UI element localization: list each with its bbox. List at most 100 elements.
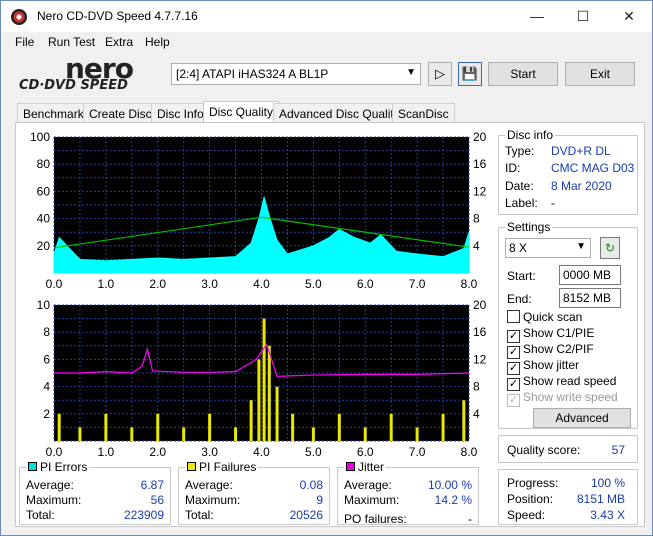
y-right-tick-label: 4 [473, 239, 480, 253]
pi-failures-bar [291, 413, 295, 441]
y-right-tick-label: 4 [473, 407, 480, 421]
tab-create-disc[interactable]: Create Disc [83, 103, 158, 123]
chevron-down-icon: ▼ [406, 67, 416, 78]
y-right-tick-label: 16 [473, 325, 486, 339]
speed-select[interactable]: 8 X ▼ [505, 238, 591, 258]
pi-failures-bar [275, 386, 279, 441]
disc-date-label: Date: [505, 179, 534, 193]
pi-failures-avg: 0.08 [299, 478, 323, 492]
y-right-tick-label: 8 [473, 380, 480, 394]
menu-extra[interactable]: Extra [105, 35, 133, 49]
pi-failures-bar [234, 427, 238, 441]
y-left-tick-label: 20 [37, 239, 51, 253]
app-icon [11, 9, 27, 25]
disc-label-label: Label: [505, 196, 538, 210]
y-left-tick-label: 40 [37, 212, 51, 226]
tab-advanced-disc-quality[interactable]: Advanced Disc Quality [273, 103, 406, 123]
tab-disc-info[interactable]: Disc Info [151, 103, 210, 123]
menu-bar: File Run Test Extra Help [1, 32, 652, 52]
x-tick-label: 1.0 [98, 277, 115, 291]
tab-scandisc[interactable]: ScanDisc [392, 103, 455, 123]
disc-id-value: CMC MAG D03 [551, 161, 635, 175]
y-left-tick-label: 80 [37, 157, 51, 171]
menu-run-test[interactable]: Run Test [48, 35, 95, 49]
po-failures-label: PO failures: [344, 512, 407, 526]
tab-disc-quality[interactable]: Disc Quality [203, 101, 280, 123]
x-tick-label: 5.0 [305, 277, 322, 291]
pi-failures-swatch [187, 462, 196, 471]
pi-failures-total: 20526 [289, 508, 323, 522]
chevron-down-icon: ▼ [576, 241, 586, 252]
pi-errors-max: 56 [150, 493, 164, 507]
start-button[interactable]: Start [488, 62, 558, 86]
save-icon[interactable]: 💾 [458, 62, 482, 86]
disc-label-value: - [551, 196, 555, 210]
refresh-icon[interactable]: ↻ [600, 237, 620, 259]
advanced-button[interactable]: Advanced [533, 408, 631, 428]
pi-failures-bar [441, 413, 445, 441]
progress-group: Progress: 100 % Position: 8151 MB Speed:… [498, 469, 638, 525]
disc-info-title: Disc info [505, 128, 556, 142]
tab-benchmark[interactable]: Benchmark [17, 103, 90, 123]
position-value: 8151 MB [576, 492, 625, 506]
x-tick-label: 3.0 [201, 277, 218, 291]
drive-select-value: [2:4] ATAPI iHAS324 A BL1P [176, 67, 329, 81]
progress-value: 100 % [590, 476, 625, 490]
quality-score-label: Quality score: [507, 443, 581, 457]
pi-errors-title: PI Errors [26, 460, 90, 474]
disc-date-value: 8 Mar 2020 [551, 179, 612, 193]
menu-help[interactable]: Help [145, 35, 170, 49]
position-label: Position: [507, 492, 554, 506]
x-tick-label: 2.0 [149, 445, 166, 459]
jitter-avg-label: Average: [344, 478, 392, 492]
show-c1-checkbox[interactable]: ✓ Show C1/PIE [507, 326, 594, 343]
quick-scan-checkbox[interactable]: Quick scan [507, 310, 582, 324]
menu-file[interactable]: File [15, 35, 34, 49]
jitter-max-label: Maximum: [344, 493, 400, 507]
disc-eject-icon[interactable]: ▷ [428, 62, 452, 86]
y-right-tick-label: 16 [473, 157, 486, 171]
pi-failures-bar [130, 427, 134, 441]
pi-errors-avg: 6.87 [140, 478, 164, 492]
window-title: Nero CD-DVD Speed 4.7.7.16 [37, 9, 198, 23]
y-left-tick-label: 100 [30, 130, 50, 144]
settings-group: Settings 8 X ▼ ↻ Start: 0000 MB End: 815… [498, 220, 638, 429]
show-read-speed-checkbox[interactable]: ✓ Show read speed [507, 374, 616, 391]
pi-errors-total: 223909 [123, 508, 164, 522]
x-tick-label: 2.0 [149, 277, 166, 291]
jitter-swatch [346, 462, 355, 471]
x-tick-label: 6.0 [357, 277, 374, 291]
speed-select-value: 8 X [509, 241, 528, 255]
jitter-avg: 10.00 % [427, 478, 472, 492]
show-jitter-checkbox[interactable]: ✓ Show jitter [507, 358, 579, 375]
pi-failures-chart: 0.0 1.0 2.0 3.0 4.0 5.0 6.0 7.0 8.0 10 8 6 4 2 20 16 12 8… [37, 298, 486, 459]
jitter-group: Jitter Average: 10.00 % Maximum: 14.2 % … [337, 460, 479, 526]
x-tick-label: 6.0 [357, 445, 374, 459]
maximize-icon[interactable]: ☐ [560, 1, 606, 32]
exit-button[interactable]: Exit [565, 62, 635, 86]
disc-type-value: DVD+R DL [551, 144, 611, 158]
minimize-icon[interactable]: — [514, 1, 560, 32]
x-tick-label: 8.0 [461, 445, 478, 459]
tab-bar: Benchmark Create Disc Disc Info Disc Qua… [15, 101, 645, 123]
x-tick-label: 8.0 [461, 277, 478, 291]
y-left-tick-label: 10 [37, 298, 51, 312]
y-right-tick-label: 12 [473, 352, 486, 366]
y-left-tick-label: 2 [43, 407, 50, 421]
pi-failures-max: 9 [316, 493, 323, 507]
x-tick-label: 3.0 [201, 445, 218, 459]
app-window: Nero CD-DVD Speed 4.7.7.16 — ☐ ✕ File Ru… [0, 0, 653, 536]
disc-quality-panel: 0.0 1.0 2.0 3.0 4.0 5.0 6.0 7.0 8.0 100 80 60 40 20 20… [15, 122, 645, 527]
disc-id-label: ID: [505, 161, 521, 175]
show-c2-checkbox[interactable]: ✓ Show C2/PIF [507, 342, 594, 359]
pi-failures-bar [389, 413, 393, 441]
logo-product: CD·DVD SPEED [19, 78, 128, 93]
close-icon[interactable]: ✕ [606, 1, 652, 32]
drive-select[interactable]: [2:4] ATAPI iHAS324 A BL1P ▼ [171, 63, 421, 85]
start-field[interactable]: 0000 MB [559, 265, 621, 285]
y-right-tick-label: 12 [473, 184, 486, 198]
pi-failures-bar [337, 413, 341, 441]
end-field[interactable]: 8152 MB [559, 288, 621, 308]
speed-label: Speed: [507, 508, 546, 522]
y-right-tick-label: 20 [473, 130, 486, 144]
